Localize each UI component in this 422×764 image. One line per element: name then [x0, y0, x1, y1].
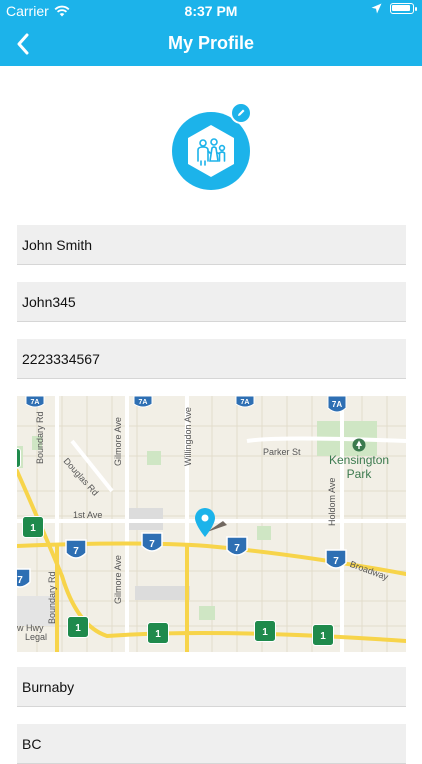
street-label: 1st Ave: [73, 510, 103, 520]
street-label: Boundary Rd: [35, 411, 45, 464]
shield-label: 1: [30, 523, 36, 534]
username-value: John345: [22, 293, 76, 310]
city-value: Burnaby: [22, 678, 75, 695]
pencil-icon: [238, 109, 245, 116]
shield-label: 7A: [139, 399, 148, 406]
shield-label: 1: [320, 631, 326, 642]
shield-label: 1: [75, 623, 81, 634]
highway-shield-icon: 1: [254, 620, 276, 642]
status-time: 8:37 PM: [184, 3, 238, 19]
highway-shield-icon: 1: [17, 448, 21, 468]
shield-label: 7: [234, 543, 240, 554]
shield-label: 7: [333, 556, 339, 567]
edit-avatar-button[interactable]: [230, 102, 252, 124]
full-name-value: John Smith: [22, 236, 93, 253]
highway-shield-icon: 7A: [133, 396, 153, 408]
park-name-line1: Kensington: [329, 453, 390, 467]
highway-shield-icon: 7: [65, 539, 87, 559]
highway-shield-icon: 7A: [327, 396, 347, 413]
highway-shield-icon: 7A: [235, 396, 255, 408]
street-label: Parker St: [263, 447, 301, 457]
province-value: BC: [22, 735, 42, 752]
family-hexagon-icon: [188, 125, 234, 177]
highway-shield-icon: 7: [226, 536, 248, 556]
park-tree-icon: [352, 438, 366, 452]
street-label: Holdom Ave: [327, 477, 337, 526]
location-arrow-icon: [371, 3, 382, 14]
shield-label: 1: [155, 629, 161, 640]
shield-label: 7: [17, 575, 23, 586]
shield-label: 7: [73, 546, 79, 557]
street-label: Gilmore Ave: [113, 417, 123, 466]
highway-shield-icon: 1: [67, 616, 89, 638]
location-pin-icon[interactable]: [193, 506, 229, 540]
street-label: Boundary Rd: [47, 571, 57, 624]
shield-label: 7A: [241, 399, 250, 406]
shield-label: 1: [262, 627, 268, 638]
shield-label: 7A: [31, 399, 40, 406]
street-label: Legal: [25, 632, 48, 642]
highway-shield-icon: 1: [22, 516, 44, 538]
shield-label: 7A: [332, 400, 342, 409]
page-title: My Profile: [167, 33, 255, 53]
status-right: [371, 3, 417, 14]
highway-shield-icon: 1: [312, 624, 334, 646]
status-bar: Carrier 8:37 PM: [0, 0, 422, 22]
province-field[interactable]: BC: [17, 724, 406, 764]
location-map[interactable]: Boundary Rd Douglas Rd Gilmore Ave Willi…: [17, 396, 406, 652]
shield-label: 7: [149, 539, 155, 550]
park-name-line2: Park: [346, 467, 372, 481]
navigation-bar: My Profile: [0, 22, 422, 66]
username-field[interactable]: John345: [17, 282, 406, 322]
highway-shield-icon: 1: [147, 622, 169, 644]
highway-shield-icon: 7: [17, 568, 31, 588]
highway-shield-icon: 7: [325, 549, 347, 569]
phone-value: 2223334567: [22, 350, 100, 367]
profile-avatar-section: [172, 102, 252, 190]
highway-shield-icon: 7A: [25, 396, 45, 408]
street-label: Gilmore Ave: [113, 555, 123, 604]
full-name-field[interactable]: John Smith: [17, 225, 406, 265]
park-label: Kensington Park: [329, 438, 389, 481]
highway-shield-icon: 7: [141, 532, 163, 552]
battery-icon: [390, 3, 417, 14]
street-label: w Hwy: [17, 623, 44, 633]
city-field[interactable]: Burnaby: [17, 667, 406, 707]
phone-field[interactable]: 2223334567: [17, 339, 406, 379]
street-label: Willingdon Ave: [183, 407, 193, 466]
app-header: Carrier 8:37 PM My Profile: [0, 0, 422, 66]
